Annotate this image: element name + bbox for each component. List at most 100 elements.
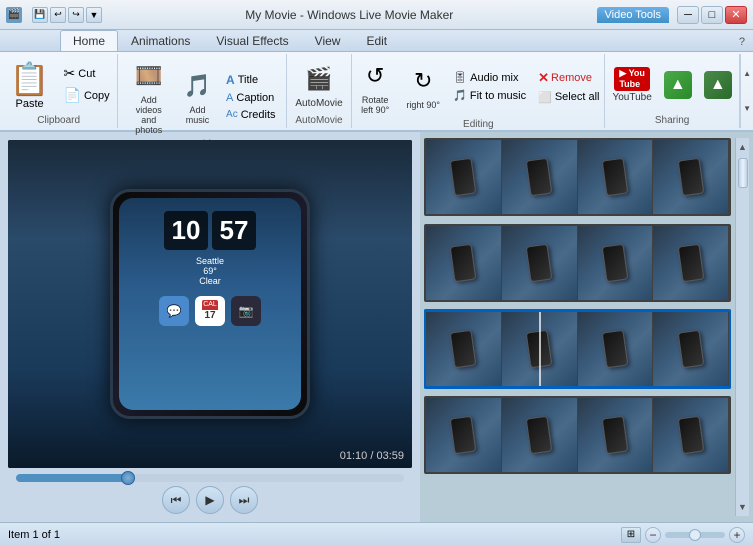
help-button[interactable]: ? — [731, 33, 753, 51]
phone-thumb — [677, 244, 704, 283]
cut-button[interactable]: ✂ Cut — [60, 63, 114, 84]
title-button[interactable]: A Title — [222, 71, 280, 89]
tab-visual-effects[interactable]: Visual Effects — [203, 30, 301, 51]
frame-2-1 — [426, 226, 502, 300]
preview-background: 10 57 Seattle 69° Clear 💬 C — [8, 140, 412, 468]
zoom-out-button[interactable]: − — [645, 527, 661, 543]
view-toggle[interactable]: ⊞ — [621, 527, 641, 543]
save-qs-button[interactable]: 💾 — [32, 7, 48, 23]
automovie-icon: 🎬 — [301, 61, 337, 97]
automovie-content: 🎬 AutoMovie — [291, 56, 346, 113]
ribbon-scroll[interactable]: ▲ ▼ — [740, 54, 753, 128]
tab-home[interactable]: Home — [60, 30, 118, 51]
paste-button[interactable]: 📋 Paste — [4, 58, 56, 112]
quick-access-toolbar[interactable]: 💾 ↩ ↪ ▼ — [32, 7, 102, 23]
forward-button[interactable]: ⏭ — [230, 486, 258, 514]
zoom-slider-thumb[interactable] — [689, 529, 701, 541]
frame-4-1 — [426, 398, 502, 472]
automovie-button[interactable]: 🎬 AutoMovie — [291, 59, 346, 111]
ribbon-group-sharing: ▶ YouTube YouTube ▲ ▲ Sharing — [605, 54, 740, 128]
filmstrip-item-4[interactable] — [424, 396, 731, 474]
video-preview-panel: 10 57 Seattle 69° Clear 💬 C — [0, 132, 420, 522]
messages-icon: 💬 — [159, 296, 189, 326]
minimize-button[interactable]: ─ — [677, 6, 699, 24]
youtube-button[interactable]: ▶ YouTube YouTube — [608, 65, 655, 105]
fit-to-music-button[interactable]: 🎵 Fit to music — [449, 87, 530, 104]
frame-2-3 — [578, 226, 654, 300]
add-content: 🎞️ Add videosand photos 🎵 Addmusic A Tit… — [124, 56, 279, 137]
close-button[interactable]: ✕ — [725, 6, 747, 24]
seek-bar[interactable] — [16, 474, 404, 482]
sharing-group-label: Sharing — [655, 115, 689, 126]
text-buttons: A Title A Caption Ac Credits — [222, 71, 280, 123]
rotate-left-button[interactable]: ↺ Rotateleft 90° — [353, 56, 397, 117]
control-buttons: ⏮ ▶ ⏭ — [162, 486, 258, 514]
ribbon-group-clipboard: 📋 Paste ✂ Cut 📄 Copy Clipboard — [0, 54, 118, 128]
clock-hour: 10 — [164, 211, 208, 250]
title-label: Title — [238, 74, 258, 86]
weather-city: Seattle — [196, 256, 224, 266]
frame-3-1 — [426, 312, 502, 386]
paste-icon: 📋 — [10, 60, 50, 98]
ribbon-scroll-up[interactable]: ▲ — [743, 69, 751, 78]
rewind-button[interactable]: ⏮ — [162, 486, 190, 514]
remove-button[interactable]: ✕ Remove — [534, 68, 603, 88]
window-controls[interactable]: ─ □ ✕ — [677, 6, 747, 24]
scroll-down-arrow[interactable]: ▼ — [736, 500, 749, 514]
filmstrip-item-1[interactable] — [424, 138, 731, 216]
youtube-icon: ▶ YouTube — [614, 67, 650, 91]
menu-qs-button[interactable]: ▼ — [86, 7, 102, 23]
playback-controls: ⏮ ▶ ⏭ — [8, 474, 412, 514]
ribbon-group-editing: ↺ Rotateleft 90° ↻ right 90° 🎚 Audio mix… — [352, 54, 605, 128]
rotate-right-button[interactable]: ↻ right 90° — [401, 61, 445, 112]
calendar-icon: CAL 17 — [195, 296, 225, 326]
zoom-controls: ⊞ − + — [621, 527, 745, 543]
credits-button[interactable]: Ac Credits — [222, 107, 280, 123]
frame-3-3 — [578, 312, 654, 386]
add-music-icon: 🎵 — [180, 68, 216, 104]
time-display: 01:10 / 03:59 — [340, 450, 404, 462]
scroll-up-arrow[interactable]: ▲ — [736, 140, 749, 154]
audio-mix-icon: 🎚 — [453, 71, 467, 84]
add-music-button[interactable]: 🎵 Addmusic — [177, 66, 218, 127]
zoom-in-button[interactable]: + — [729, 527, 745, 543]
share-button1[interactable]: ▲ — [660, 69, 696, 101]
copy-button[interactable]: 📄 Copy — [60, 85, 114, 106]
audio-mix-button[interactable]: 🎚 Audio mix — [449, 69, 530, 86]
ribbon-group-automovie: 🎬 AutoMovie AutoMovie — [287, 54, 353, 128]
undo-qs-button[interactable]: ↩ — [50, 7, 66, 23]
rotate-right-label: right 90° — [406, 100, 440, 110]
filmstrip-item-2[interactable] — [424, 224, 731, 302]
select-all-button[interactable]: ⬜ Select all — [534, 89, 603, 106]
rotate-left-icon: ↺ — [357, 58, 393, 94]
maximize-button[interactable]: □ — [701, 6, 723, 24]
tab-edit[interactable]: Edit — [353, 30, 400, 51]
ribbon-scroll-down[interactable]: ▼ — [743, 104, 751, 113]
scroll-thumb[interactable] — [738, 158, 748, 188]
editing-small-btns: 🎚 Audio mix 🎵 Fit to music — [449, 69, 530, 104]
play-button[interactable]: ▶ — [196, 486, 224, 514]
automovie-label: AutoMovie — [295, 98, 342, 109]
tab-view[interactable]: View — [302, 30, 354, 51]
phone-thumb — [601, 330, 628, 369]
rotate-right-icon: ↻ — [405, 63, 441, 99]
tab-animations[interactable]: Animations — [118, 30, 203, 51]
clock-min: 57 — [212, 211, 256, 250]
phone-thumb — [450, 416, 477, 455]
filmstrip-item-3[interactable] — [424, 310, 731, 388]
cut-icon: ✂ — [64, 65, 76, 82]
redo-qs-button[interactable]: ↪ — [68, 7, 84, 23]
clipboard-small-buttons: ✂ Cut 📄 Copy — [60, 63, 114, 106]
share-button2[interactable]: ▲ — [700, 69, 736, 101]
title-bar: 🎬 💾 ↩ ↪ ▼ My Movie - Windows Live Movie … — [0, 0, 753, 30]
zoom-slider[interactable] — [665, 532, 725, 538]
filmstrip-scrollbar[interactable]: ▲ ▼ — [735, 138, 749, 516]
main-area: 10 57 Seattle 69° Clear 💬 C — [0, 132, 753, 522]
frame-2-4 — [653, 226, 729, 300]
caption-button[interactable]: A Caption — [222, 90, 280, 106]
phone-thumb — [450, 330, 477, 369]
seek-thumb[interactable] — [121, 471, 135, 485]
add-videos-button[interactable]: 🎞️ Add videosand photos — [124, 56, 173, 137]
select-all-label: Select all — [555, 91, 600, 103]
fit-to-music-icon: 🎵 — [453, 89, 467, 102]
